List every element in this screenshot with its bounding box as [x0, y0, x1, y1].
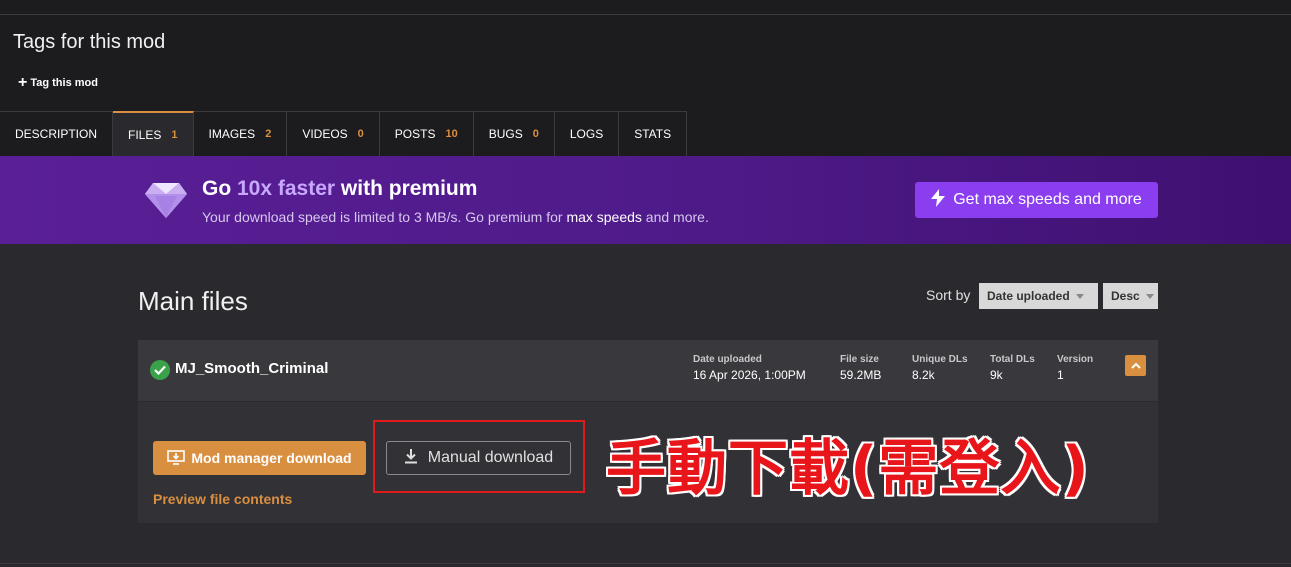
premium-title: Go 10x faster with premium: [202, 177, 477, 201]
chevron-up-icon: [1130, 362, 1141, 369]
premium-subtitle-text: and more.: [641, 209, 709, 225]
tag-this-mod-button[interactable]: + Tag this mod: [18, 74, 98, 91]
check-icon: [150, 360, 170, 380]
sort-field-value: Date uploaded: [987, 289, 1070, 303]
tab-bugs[interactable]: BUGS 0: [473, 111, 555, 156]
tab-images[interactable]: IMAGES 2: [193, 111, 288, 156]
tab-count: 0: [532, 128, 539, 140]
file-header[interactable]: MJ_Smooth_Criminal Date uploaded 16 Apr …: [138, 340, 1158, 402]
meta-version: Version 1: [1057, 354, 1093, 382]
plus-icon: +: [18, 74, 28, 91]
tab-label: DESCRIPTION: [15, 127, 98, 141]
tab-count: 10: [445, 128, 458, 140]
collapse-button[interactable]: [1125, 355, 1146, 376]
meta-value: 16 Apr 2026, 1:00PM: [693, 368, 806, 382]
preview-file-contents-link[interactable]: Preview file contents: [153, 491, 292, 507]
diamond-icon: [143, 180, 189, 225]
chevron-down-icon: [1075, 293, 1084, 299]
premium-title-text: with premium: [335, 177, 478, 200]
premium-subtitle: Your download speed is limited to 3 MB/s…: [202, 209, 709, 225]
meta-label: Unique DLs: [912, 354, 968, 365]
mod-manager-download-label: Mod manager download: [191, 450, 352, 466]
meta-total-dls: Total DLs 9k: [990, 354, 1035, 382]
meta-date-uploaded: Date uploaded 16 Apr 2026, 1:00PM: [693, 354, 806, 382]
meta-label: Date uploaded: [693, 354, 762, 365]
get-premium-label: Get max speeds and more: [953, 191, 1142, 208]
divider: [0, 14, 1291, 15]
download-icon: [404, 448, 418, 469]
premium-title-text: Go: [202, 177, 237, 200]
meta-value: 8.2k: [912, 368, 935, 382]
get-premium-button[interactable]: Get max speeds and more: [915, 182, 1158, 218]
tab-posts[interactable]: POSTS 10: [379, 111, 474, 156]
tab-logs[interactable]: LOGS: [554, 111, 620, 156]
tags-title: Tags for this mod: [13, 31, 166, 53]
lightning-icon: [931, 188, 946, 212]
meta-value: 1: [1057, 368, 1064, 382]
main-files-title: Main files: [138, 286, 248, 316]
sort-order-select[interactable]: Desc: [1103, 283, 1158, 309]
annotation-text: 手動下載(需登入): [606, 434, 1090, 504]
mod-tabs: DESCRIPTION FILES 1 IMAGES 2 VIDEOS 0 PO…: [0, 111, 688, 156]
tab-count: 2: [265, 128, 272, 140]
file-name: MJ_Smooth_Criminal: [175, 360, 329, 377]
meta-value: 9k: [990, 368, 1003, 382]
tab-label: POSTS: [394, 127, 436, 141]
meta-label: Version: [1057, 354, 1094, 365]
sort-label: Sort by: [926, 287, 971, 303]
tag-this-mod-label: Tag this mod: [30, 77, 98, 89]
sort-field-select[interactable]: Date uploaded: [979, 283, 1098, 309]
sort-order-value: Desc: [1111, 289, 1140, 303]
chevron-down-icon: [1145, 293, 1154, 299]
tab-label: BUGS: [488, 127, 523, 141]
tab-description[interactable]: DESCRIPTION: [0, 111, 114, 156]
manual-download-button[interactable]: Manual download: [386, 441, 571, 475]
tab-files[interactable]: FILES 1: [113, 111, 194, 156]
divider: [0, 563, 1291, 564]
tab-stats[interactable]: STATS: [619, 111, 688, 156]
tab-videos[interactable]: VIDEOS 0: [287, 111, 380, 156]
premium-subtitle-text: Your download speed is limited to 3 MB/s…: [202, 209, 567, 225]
meta-label: Total DLs: [990, 354, 1035, 365]
manual-download-label: Manual download: [427, 449, 554, 466]
tab-count: 0: [357, 128, 364, 140]
tab-label: VIDEOS: [302, 127, 348, 141]
premium-subtitle-bold: max speeds: [566, 209, 642, 225]
tab-label: IMAGES: [208, 127, 256, 141]
tab-label: STATS: [634, 127, 672, 141]
meta-value: 59.2MB: [840, 368, 882, 382]
mod-manager-download-button[interactable]: Mod manager download: [153, 441, 366, 475]
meta-label: File size: [840, 354, 879, 365]
tab-count: 1: [171, 128, 178, 141]
tab-label: FILES: [128, 127, 162, 142]
download-monitor-icon: [167, 449, 186, 468]
meta-unique-dls: Unique DLs 8.2k: [912, 354, 968, 382]
tab-label: LOGS: [569, 127, 604, 141]
premium-title-highlight: 10x faster: [237, 177, 336, 200]
meta-file-size: File size 59.2MB: [840, 354, 881, 382]
